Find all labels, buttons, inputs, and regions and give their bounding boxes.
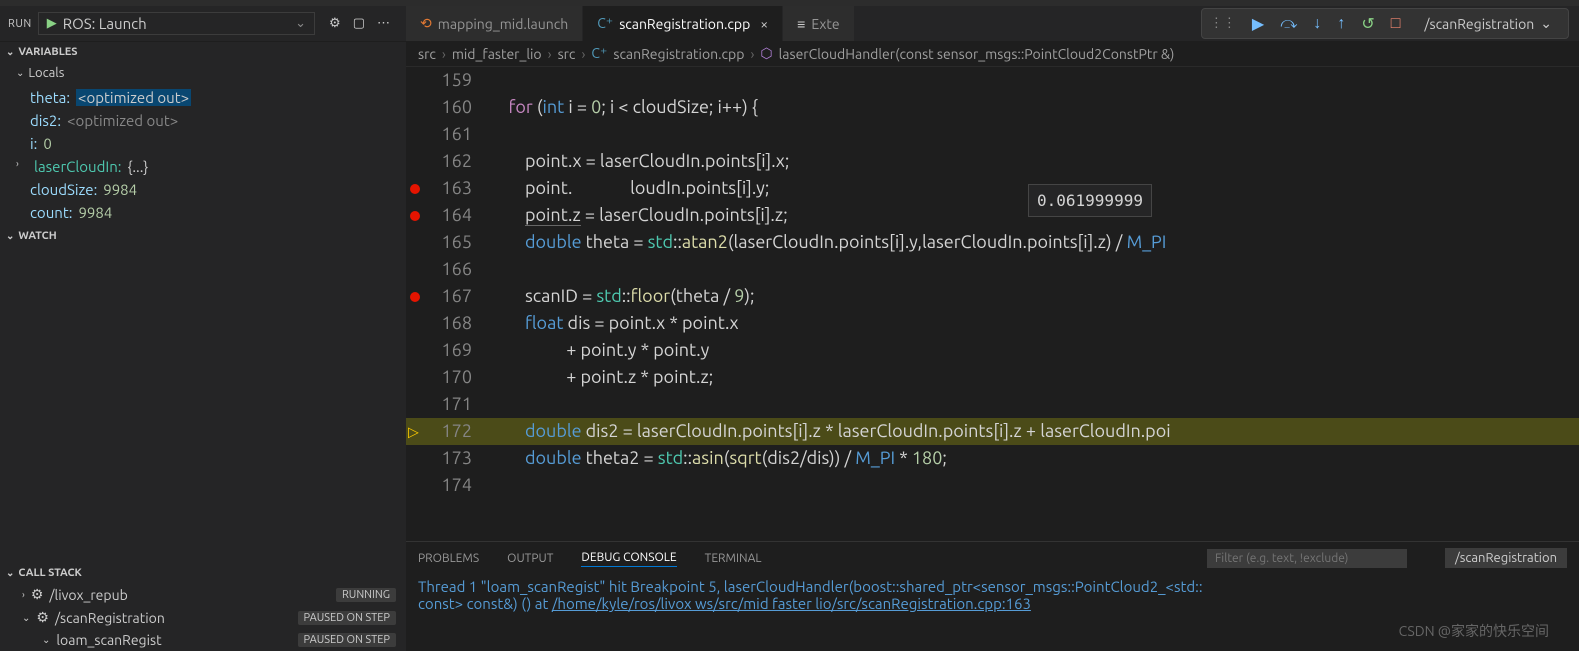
chevron-down-icon: ⌄ <box>6 230 14 242</box>
step-over-button[interactable]: ⤼ <box>1280 14 1297 33</box>
hover-tooltip: 0.061999999 <box>1028 184 1152 217</box>
stop-button[interactable]: □ <box>1391 14 1401 33</box>
line-number: 167 <box>406 283 492 310</box>
status-badge: RUNNING <box>336 588 396 602</box>
gear-icon: ⚙ <box>31 586 44 603</box>
tab-terminal[interactable]: TERMINAL <box>705 550 762 567</box>
variables-section[interactable]: ⌄ VARIABLES <box>0 42 406 62</box>
chevron-down-icon: ⌄ <box>6 567 14 579</box>
close-icon[interactable]: × <box>760 16 768 32</box>
debug-toolbar: ⋮⋮ ▶ ⤼ ↓ ↑ ↺ □ /scanRegistration ⌄ <box>1201 8 1569 39</box>
more-icon[interactable]: ⋯ <box>377 16 390 31</box>
tab-output[interactable]: OUTPUT <box>507 550 553 567</box>
source-link[interactable]: /home/kyle/ros/livox ws/src/mid faster l… <box>552 595 1031 612</box>
step-into-button[interactable]: ↓ <box>1313 14 1321 33</box>
breakpoint-icon[interactable] <box>410 184 420 194</box>
continue-button[interactable]: ▶ <box>1252 14 1264 33</box>
callstack-section[interactable]: ⌄ CALL STACK <box>0 563 406 583</box>
chevron-down-icon: ⌄ <box>22 612 30 624</box>
run-label: RUN <box>8 18 32 30</box>
watch-section[interactable]: ⌄ WATCH <box>0 226 406 246</box>
status-badge: PAUSED ON STEP <box>298 633 397 647</box>
line-number: 166 <box>406 256 492 283</box>
line-number: 161 <box>406 121 492 148</box>
breadcrumb[interactable]: src› mid_faster_lio› src› C⁺ scanRegistr… <box>406 41 1579 67</box>
status-badge: PAUSED ON STEP <box>298 611 397 625</box>
line-number: 159 <box>406 67 492 94</box>
play-icon: ▶ <box>47 16 57 31</box>
watermark: CSDN @家家的快乐空间 <box>1399 621 1549 641</box>
code-editor[interactable]: 0.061999999 159 160 for (int i = 0; i < … <box>406 67 1579 541</box>
line-number: 174 <box>406 472 492 499</box>
launch-file-icon: ⟲ <box>420 15 432 32</box>
line-number: 162 <box>406 148 492 175</box>
locals-scope[interactable]: ⌄ Locals <box>0 62 406 84</box>
tab-scanregistration[interactable]: C⁺ scanRegistration.cpp × <box>583 6 783 41</box>
chevron-down-icon: ⌄ <box>6 46 14 58</box>
cpp-file-icon: C⁺ <box>591 45 607 62</box>
editor-tabs: ⟲ mapping_mid.launch C⁺ scanRegistration… <box>406 6 1201 41</box>
line-number: 169 <box>406 337 492 364</box>
chevron-right-icon: › <box>16 158 28 175</box>
debug-console-icon[interactable]: ▢ <box>353 16 365 31</box>
var-i[interactable]: i: 0 <box>0 132 406 155</box>
var-lasercloudin[interactable]: › laserCloudIn: {...} <box>0 155 406 178</box>
line-number: 171 <box>406 391 492 418</box>
var-count[interactable]: count: 9984 <box>0 201 406 224</box>
tab-problems[interactable]: PROBLEMS <box>418 550 479 567</box>
filter-input[interactable] <box>1207 549 1407 568</box>
gear-icon[interactable]: ⚙ <box>329 16 341 31</box>
tab-debug-console[interactable]: DEBUG CONSOLE <box>581 549 676 567</box>
breakpoint-icon[interactable] <box>410 292 420 302</box>
callstack-scanregistration[interactable]: ⌄ ⚙ /scanRegistration PAUSED ON STEP <box>0 606 406 629</box>
debug-session-select[interactable]: /scanRegistration ⌄ <box>1416 13 1560 34</box>
tab-exte[interactable]: ≡ Exte <box>783 6 854 41</box>
line-number: 173 <box>406 445 492 472</box>
line-number: 170 <box>406 364 492 391</box>
line-number: 160 <box>406 94 492 121</box>
cpp-file-icon: C⁺ <box>597 15 613 32</box>
gear-icon: ⚙ <box>36 609 49 626</box>
callstack-livox-repub[interactable]: › ⚙ /livox_repub RUNNING <box>0 583 406 606</box>
chevron-down-icon: ⌄ <box>1540 15 1552 32</box>
launch-config-name: ROS: Launch <box>63 15 289 32</box>
line-number: 163 <box>406 175 492 202</box>
restart-button[interactable]: ↺ <box>1361 14 1374 33</box>
extensions-icon: ≡ <box>797 16 805 32</box>
chevron-right-icon: › <box>22 589 25 600</box>
line-number: 165 <box>406 229 492 256</box>
chevron-down-icon: ⌄ <box>295 16 306 31</box>
line-number: ▷172 <box>406 418 492 445</box>
current-line-icon: ▷ <box>408 418 419 445</box>
var-theta[interactable]: theta: <optimized out> <box>0 86 406 109</box>
chevron-down-icon: ⌄ <box>42 634 50 646</box>
var-dis2[interactable]: dis2: <optimized out> <box>0 109 406 132</box>
callstack-loam-scanregist[interactable]: ⌄ loam_scanRegist PAUSED ON STEP <box>0 629 406 651</box>
tab-mapping-mid[interactable]: ⟲ mapping_mid.launch <box>406 6 583 41</box>
line-number: 164 <box>406 202 492 229</box>
var-cloudsize[interactable]: cloudSize: 9984 <box>0 178 406 201</box>
chevron-down-icon: ⌄ <box>16 67 24 79</box>
debug-sidebar: RUN ▶ ROS: Launch ⌄ ⚙ ▢ ⋯ ⌄ VARIABLES ⌄ … <box>0 6 406 651</box>
launch-config-select[interactable]: ▶ ROS: Launch ⌄ <box>38 12 315 35</box>
line-number: 168 <box>406 310 492 337</box>
function-icon: ⬡ <box>760 45 772 62</box>
debug-console-session[interactable]: /scanRegistration <box>1445 548 1567 568</box>
step-out-button[interactable]: ↑ <box>1337 14 1345 33</box>
grip-icon[interactable]: ⋮⋮ <box>1210 16 1236 31</box>
breakpoint-icon[interactable] <box>410 211 420 221</box>
